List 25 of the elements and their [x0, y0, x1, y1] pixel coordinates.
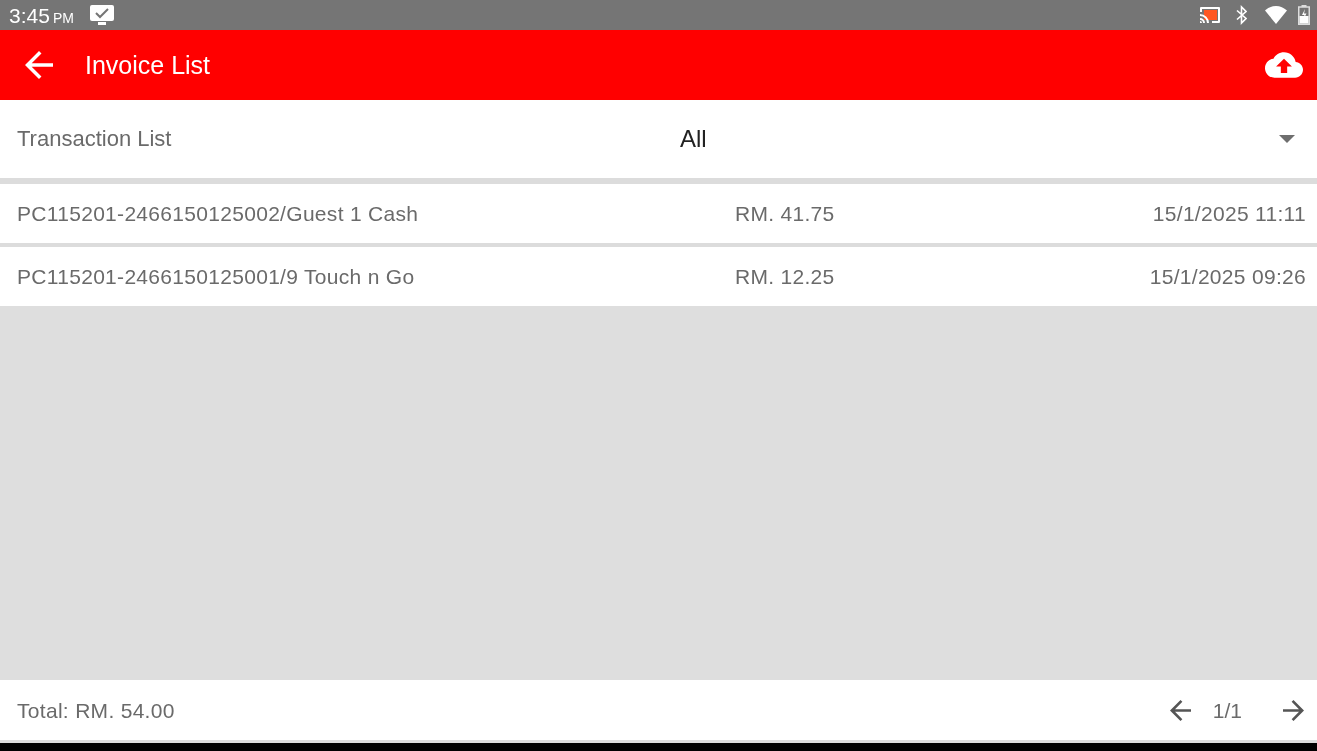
screen-title: Invoice List [85, 52, 211, 78]
date-text: 15/1/2025 11:11 [1152, 203, 1306, 224]
back-arrow-icon [25, 51, 53, 79]
page-indicator: 1/1 [1212, 699, 1242, 721]
cast-icon [1199, 6, 1221, 24]
transaction-row[interactable]: PC115201-2466150125001/9 Touch n Go RM. 12.25 15/1/2025 09:26 [0, 247, 1317, 306]
status-time: 3:45 [9, 4, 50, 26]
amount-text: RM. 41.75 [735, 203, 835, 224]
amount-text: RM. 12.25 [735, 266, 835, 287]
reference-text: PC115201-2466150125002/Guest 1 Cash [17, 203, 419, 224]
transaction-dropdown[interactable]: All [680, 100, 1317, 178]
bluetooth-icon [1236, 5, 1247, 25]
right-arrow-icon [1282, 699, 1304, 721]
date-text: 15/1/2025 09:26 [1149, 266, 1306, 287]
battery-icon [1298, 5, 1310, 25]
status-meridiem: PM [52, 10, 74, 25]
total-text: Total: RM. 54.00 [17, 699, 175, 721]
filter-label: Transaction List [17, 128, 172, 150]
transaction-row[interactable]: PC115201-2466150125002/Guest 1 Cash RM. 41.75 15/1/2025 11:11 [0, 184, 1317, 243]
reference-text: PC115201-2466150125001/9 Touch n Go [17, 266, 415, 287]
cloud-upload-icon [1265, 52, 1303, 78]
dropdown-caret-icon [1279, 135, 1295, 143]
left-arrow-icon [1170, 699, 1192, 721]
monitor-check-icon [89, 5, 114, 25]
wifi-icon [1265, 6, 1287, 24]
